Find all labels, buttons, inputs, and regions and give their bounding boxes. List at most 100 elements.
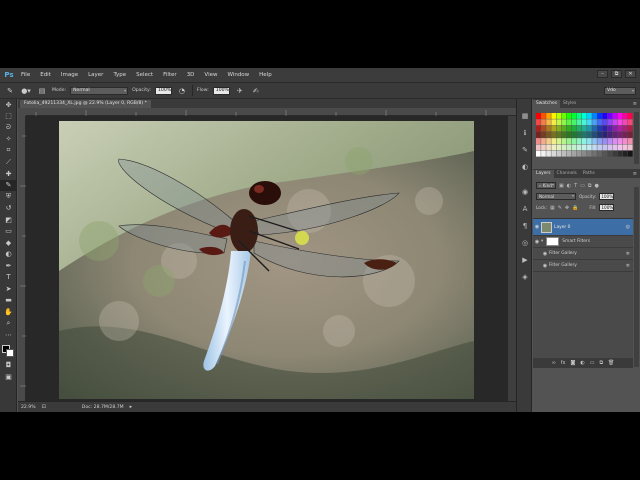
filter-blend-options-icon[interactable]: ≑ [626, 251, 630, 257]
swatch[interactable] [536, 113, 541, 119]
smart-filters-label[interactable]: Smart Filters [562, 239, 590, 244]
swatch[interactable] [612, 131, 618, 138]
swatch[interactable] [546, 150, 551, 157]
quick-select-tool-icon[interactable]: ✧ [0, 134, 17, 146]
swatch[interactable] [581, 113, 587, 119]
swatch[interactable] [627, 144, 633, 151]
link-layers-icon[interactable]: ∞ [552, 360, 556, 366]
swatch[interactable] [607, 150, 613, 157]
layer-filter-kind[interactable]: ⌕ Kind [536, 182, 556, 189]
swatch[interactable] [571, 138, 577, 145]
swatch[interactable] [602, 150, 608, 157]
swatch[interactable] [551, 113, 557, 119]
swatch[interactable] [602, 125, 608, 132]
swatch-grid[interactable] [536, 113, 633, 157]
panel-menu-icon[interactable]: ≡ [633, 170, 637, 178]
tab-channels[interactable]: Channels [554, 170, 580, 178]
swatch[interactable] [602, 119, 608, 126]
add-mask-icon[interactable]: ◙ [571, 360, 576, 366]
swatch[interactable] [627, 113, 633, 119]
swatch[interactable] [612, 144, 618, 151]
swatch[interactable] [617, 150, 623, 157]
swatch[interactable] [581, 138, 587, 145]
swatch[interactable] [546, 113, 551, 119]
swatch[interactable] [627, 119, 633, 126]
swatch[interactable] [576, 150, 582, 157]
navigator-icon[interactable]: ◎ [517, 234, 533, 251]
fill-input[interactable]: 100% [599, 204, 615, 211]
character-icon[interactable]: A [517, 200, 533, 217]
swatch[interactable] [566, 119, 572, 126]
adjustments-icon[interactable]: ◐ [517, 158, 533, 175]
tab-swatches[interactable]: Swatches [533, 100, 560, 108]
canvas-scrollbar[interactable] [508, 116, 516, 401]
brush-tool-icon[interactable]: ✎ [4, 85, 16, 96]
swatch[interactable] [541, 113, 546, 119]
layer-row-smart-filters[interactable]: ◉ ▾ Smart Filters [533, 236, 633, 248]
swatch[interactable] [617, 144, 623, 151]
filter-type-icon[interactable]: T [574, 183, 577, 189]
lock-position-icon[interactable]: ✥ [565, 205, 569, 211]
swatch[interactable] [556, 150, 562, 157]
swatch[interactable] [602, 144, 608, 151]
swatch[interactable] [576, 131, 582, 138]
menu-help[interactable]: Help [254, 72, 277, 78]
swatch[interactable] [541, 119, 546, 126]
swatch[interactable] [607, 144, 613, 151]
layer-row-filter-gallery[interactable]: ◉ Filter Gallery ≑ [533, 248, 633, 260]
swatch[interactable] [617, 125, 623, 132]
lock-transparency-icon[interactable]: ▦ [550, 205, 555, 211]
clone-stamp-tool-icon[interactable]: ⛨ [0, 191, 17, 203]
minimize-button[interactable]: – [597, 70, 608, 78]
swatch[interactable] [556, 131, 562, 138]
swatch[interactable] [536, 138, 541, 145]
swatch[interactable] [571, 150, 577, 157]
swatch[interactable] [551, 119, 557, 126]
swatch[interactable] [556, 138, 562, 145]
swatch[interactable] [561, 113, 567, 119]
visibility-eye-icon[interactable]: ◉ [533, 239, 541, 245]
swatch[interactable] [607, 113, 613, 119]
marquee-tool-icon[interactable]: ⬚ [0, 111, 17, 123]
swatch[interactable] [587, 131, 592, 138]
layer-opacity-input[interactable]: 100% [599, 193, 615, 200]
swatch[interactable] [587, 125, 592, 132]
swatch[interactable] [612, 138, 618, 145]
vertical-ruler[interactable] [18, 116, 26, 401]
background-color[interactable] [6, 348, 14, 357]
brush-panel-toggle-icon[interactable]: ▤ [36, 85, 48, 96]
swatch[interactable] [566, 113, 572, 119]
tab-layers[interactable]: Layers [533, 170, 554, 178]
swatch[interactable] [617, 113, 623, 119]
swatch[interactable] [592, 138, 597, 145]
mode-select[interactable]: Normal [70, 86, 129, 95]
swatch[interactable] [576, 125, 582, 132]
swatch[interactable] [622, 150, 628, 157]
close-button[interactable]: ✕ [625, 70, 636, 78]
eyedropper-tool-icon[interactable]: ⟋ [0, 157, 17, 169]
smart-object-indicator-icon[interactable]: ◎ [626, 224, 630, 230]
panel-menu-icon[interactable]: ≡ [633, 100, 637, 108]
info-icon[interactable]: ◈ [517, 268, 533, 285]
swatch[interactable] [581, 119, 587, 126]
layer-row-layer-0[interactable]: ◉ Layer 0 ◎ [533, 219, 633, 236]
gradient-tool-icon[interactable]: ▭ [0, 226, 17, 238]
layer-row-filter-gallery[interactable]: ◉ Filter Gallery ≑ [533, 260, 633, 272]
expand-arrow-icon[interactable]: ▾ [541, 239, 543, 244]
swatch[interactable] [622, 125, 628, 132]
swatch[interactable] [556, 119, 562, 126]
history-brush-tool-icon[interactable]: ↺ [0, 203, 17, 215]
swatch[interactable] [541, 144, 546, 151]
tab-styles[interactable]: Styles [560, 100, 579, 108]
swatch[interactable] [607, 138, 613, 145]
swatch[interactable] [581, 144, 587, 151]
swatch[interactable] [602, 131, 608, 138]
zoom-stepper-icon[interactable]: ⊡ [42, 404, 46, 410]
swatch[interactable] [612, 113, 618, 119]
swatch[interactable] [551, 138, 557, 145]
edit-toolbar-icon[interactable]: ⋯ [0, 329, 17, 341]
swatch[interactable] [566, 138, 572, 145]
swatch[interactable] [597, 113, 602, 119]
swatch[interactable] [551, 125, 557, 132]
menu-file[interactable]: File [16, 72, 35, 78]
